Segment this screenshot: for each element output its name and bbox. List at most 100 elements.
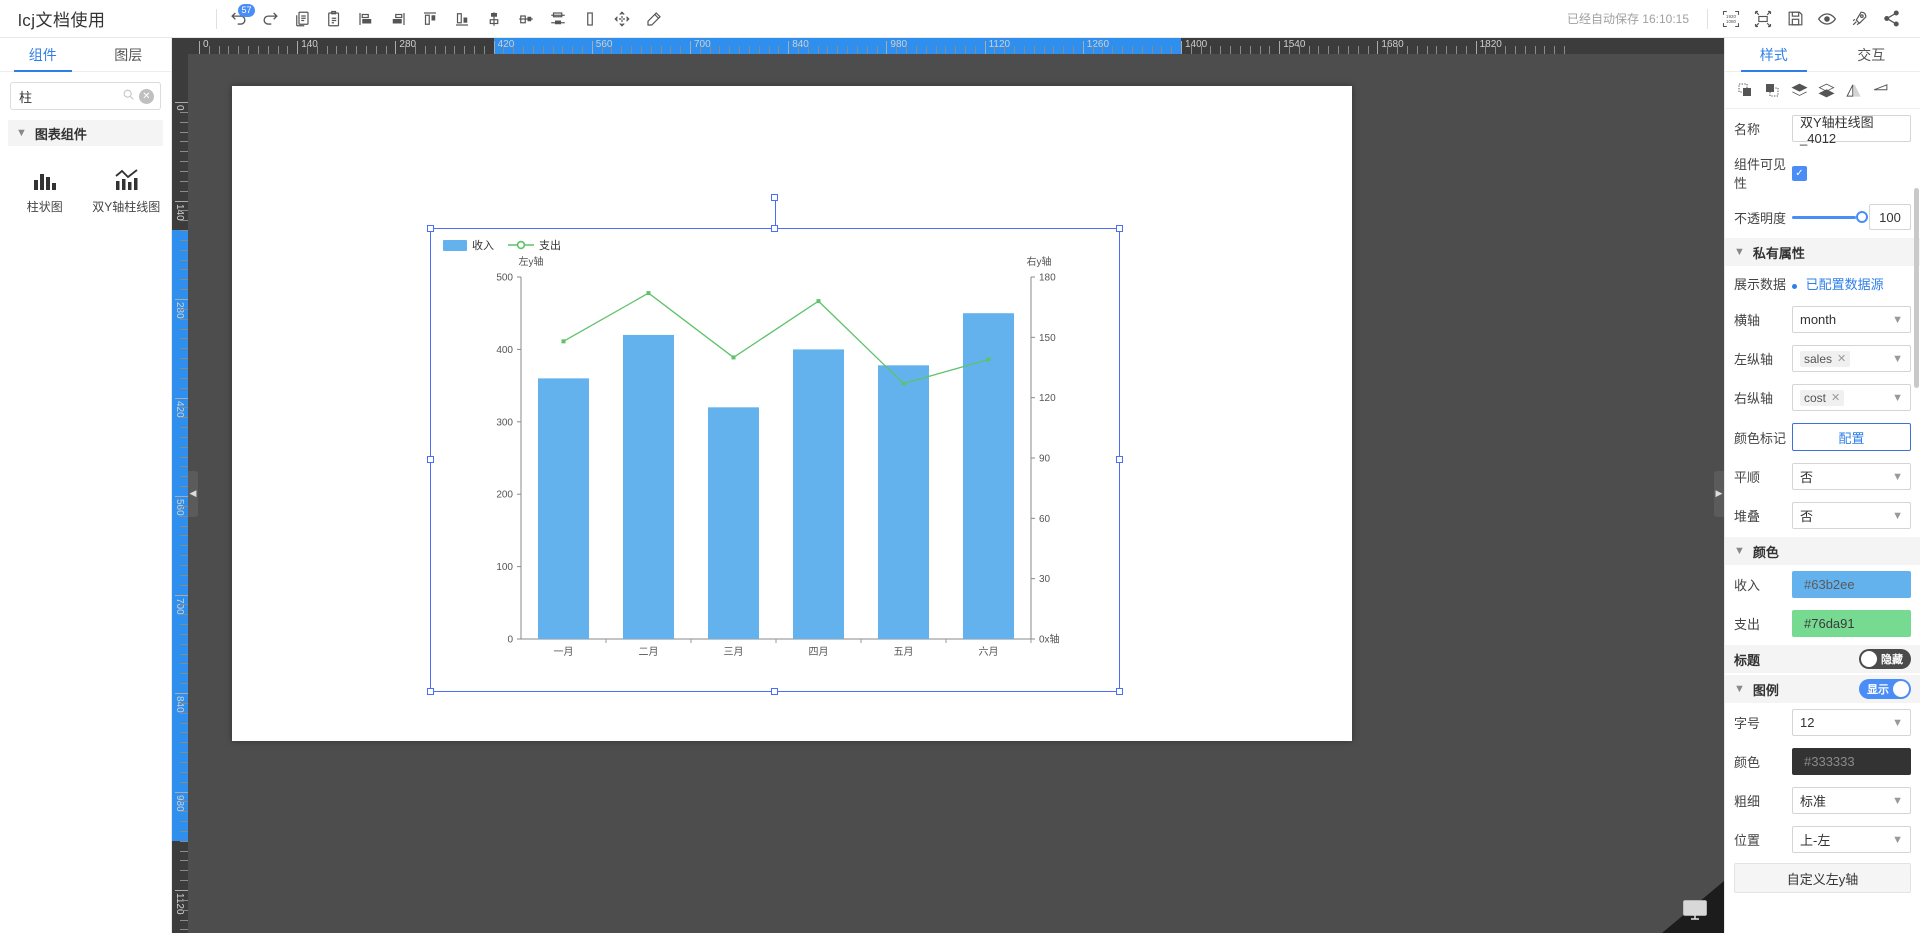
design-page[interactable]: 收入 支出 左y轴 右y轴 0 100 200 300 400 500 0x轴 … (232, 86, 1352, 741)
title-visibility-toggle[interactable]: 隐藏 (1859, 649, 1911, 669)
section-title-toggle[interactable]: 标题 隐藏 (1725, 645, 1920, 673)
bar[interactable] (538, 378, 589, 639)
smooth-select[interactable]: 否 ▼ (1792, 463, 1911, 490)
custom-left-y-axis-button[interactable]: 自定义左y轴 (1734, 863, 1911, 893)
right-y-axis-label: 右纵轴 (1734, 391, 1774, 406)
ruler-minor-tick (180, 210, 188, 212)
right-panel-scroll[interactable]: 名称 双Y轴柱线图_4012 组件可见性 ✓ 不透明度 100 ▼ 私有属性 展… (1725, 109, 1920, 933)
eye-icon[interactable] (1812, 4, 1842, 34)
align-left-button[interactable] (351, 4, 381, 34)
tab-components[interactable]: 组件 (0, 38, 86, 72)
component-bar-chart[interactable]: 柱状图 (4, 156, 86, 221)
flip-vertical-icon[interactable] (1868, 79, 1892, 101)
left-y-chip[interactable]: sales ✕ (1800, 350, 1851, 367)
chart-legend[interactable]: 收入 支出 (443, 237, 561, 253)
fit-screen-icon[interactable] (1748, 4, 1778, 34)
copy-button[interactable] (287, 4, 317, 34)
bar[interactable] (708, 407, 759, 639)
monitor-icon[interactable] (1680, 897, 1710, 923)
line-point[interactable] (901, 381, 906, 386)
paste-button[interactable] (319, 4, 349, 34)
ruler-minor-tick (316, 46, 318, 54)
color-expense-swatch[interactable]: #76da91 (1792, 610, 1911, 637)
line-point[interactable] (731, 355, 736, 360)
align-center-vertical-button[interactable] (511, 4, 541, 34)
align-bottom-button[interactable] (447, 4, 477, 34)
component-name-input[interactable]: 双Y轴柱线图_4012 (1792, 115, 1911, 146)
line-point[interactable] (561, 339, 566, 344)
canvas-stage[interactable]: ◀ ▶ 收入 支出 左y轴 右y轴 0 100 200 300 400 500 … (188, 54, 1724, 933)
color-mark-config-button[interactable]: 配置 (1792, 423, 1911, 451)
right-panel-scrollbar[interactable] (1914, 188, 1919, 388)
opacity-slider[interactable] (1792, 211, 1868, 223)
datasource-link[interactable]: 已配置数据源 (1806, 277, 1884, 292)
align-center-horizontal-button[interactable] (479, 4, 509, 34)
rotate-handle[interactable] (771, 194, 778, 201)
remove-chip-icon[interactable]: ✕ (1831, 391, 1840, 404)
left-y-axis-select[interactable]: sales ✕ ▼ (1792, 345, 1911, 372)
collapse-right-handle[interactable]: ▶ (1714, 470, 1724, 517)
chart-components-group-header[interactable]: ▼ 图表组件 (8, 120, 163, 146)
x-axis-select[interactable]: month ▼ (1792, 306, 1911, 333)
search-input[interactable] (19, 88, 122, 104)
line-point[interactable] (646, 291, 651, 296)
section-legend[interactable]: ▼ 图例 显示 (1725, 675, 1920, 703)
right-y-axis-select[interactable]: cost ✕ ▼ (1792, 384, 1911, 411)
position-select[interactable]: 上-左 ▼ (1792, 826, 1911, 853)
ruler-minor-tick (601, 46, 603, 54)
legend-item-expense[interactable]: 支出 (508, 237, 561, 253)
opacity-slider-knob[interactable] (1856, 211, 1868, 223)
pen-button[interactable] (639, 4, 669, 34)
align-top-button[interactable] (415, 4, 445, 34)
undo-button[interactable]: 57 (223, 3, 255, 34)
stack-select[interactable]: 否 ▼ (1792, 502, 1911, 529)
section-color[interactable]: ▼ 颜色 (1725, 537, 1920, 565)
tab-layers[interactable]: 图层 (86, 38, 172, 71)
tab-style[interactable]: 样式 (1725, 38, 1823, 72)
bring-forward-icon[interactable] (1787, 79, 1811, 101)
font-size-select[interactable]: 12 ▼ (1792, 709, 1911, 736)
ruler-minor-tick (180, 722, 188, 724)
legend-item-income[interactable]: 收入 (443, 237, 494, 253)
ruler-minor-tick (180, 821, 188, 823)
resolution-icon[interactable]: 1920 1080 (1716, 4, 1746, 34)
group-button[interactable] (607, 4, 637, 34)
weight-select[interactable]: 标准 ▼ (1792, 787, 1911, 814)
legend-visibility-toggle[interactable]: 显示 (1859, 679, 1911, 699)
align-right-button[interactable] (383, 4, 413, 34)
remove-chip-icon[interactable]: ✕ (1837, 352, 1846, 365)
send-backward-icon[interactable] (1814, 79, 1838, 101)
send-to-back-icon[interactable] (1760, 79, 1784, 101)
color-income-swatch[interactable]: #63b2ee (1792, 571, 1911, 598)
line-point[interactable] (816, 299, 821, 304)
vertical-ruler[interactable]: 0 140 280 420 560 700 840 980 1120 (172, 54, 188, 933)
tab-interaction[interactable]: 交互 (1823, 38, 1920, 71)
collapse-left-handle[interactable]: ◀ (188, 470, 198, 517)
bar[interactable] (878, 365, 929, 639)
share-icon[interactable] (1876, 4, 1906, 34)
rocket-icon[interactable] (1844, 4, 1874, 34)
distribute-vertical-button[interactable] (575, 4, 605, 34)
section-private-props[interactable]: ▼ 私有属性 (1725, 238, 1920, 266)
chart-component-selection[interactable]: 收入 支出 左y轴 右y轴 0 100 200 300 400 500 0x轴 … (427, 194, 1123, 695)
clear-search-icon[interactable]: ✕ (139, 88, 154, 104)
redo-button[interactable] (255, 4, 285, 34)
horizontal-ruler[interactable]: 0 140 280 420 560 700 840 980 1120 1260 1400 1540 16… (172, 38, 1724, 54)
flip-horizontal-icon[interactable] (1841, 79, 1865, 101)
bar[interactable] (623, 334, 674, 639)
search-box[interactable]: ✕ (10, 82, 161, 110)
save-icon[interactable] (1780, 4, 1810, 34)
chevron-down-icon: ▼ (1892, 352, 1903, 365)
bar[interactable] (793, 349, 844, 639)
font-color-swatch[interactable]: #333333 (1792, 748, 1911, 775)
line-point[interactable] (986, 357, 991, 362)
canvas-row: 0 140 280 420 560 700 840 980 1120 ◀ ▶ 收… (172, 54, 1724, 933)
right-y-chip[interactable]: cost ✕ (1800, 389, 1845, 406)
opacity-value-input[interactable]: 100 (1869, 204, 1911, 230)
bring-to-front-icon[interactable] (1733, 79, 1757, 101)
component-dual-axis-chart[interactable]: 双Y轴柱线图 (86, 156, 168, 221)
bar[interactable] (963, 313, 1014, 639)
visibility-checkbox[interactable]: ✓ (1792, 165, 1807, 181)
title-toggle-text: 隐藏 (1881, 654, 1903, 666)
distribute-horizontal-button[interactable] (543, 4, 573, 34)
